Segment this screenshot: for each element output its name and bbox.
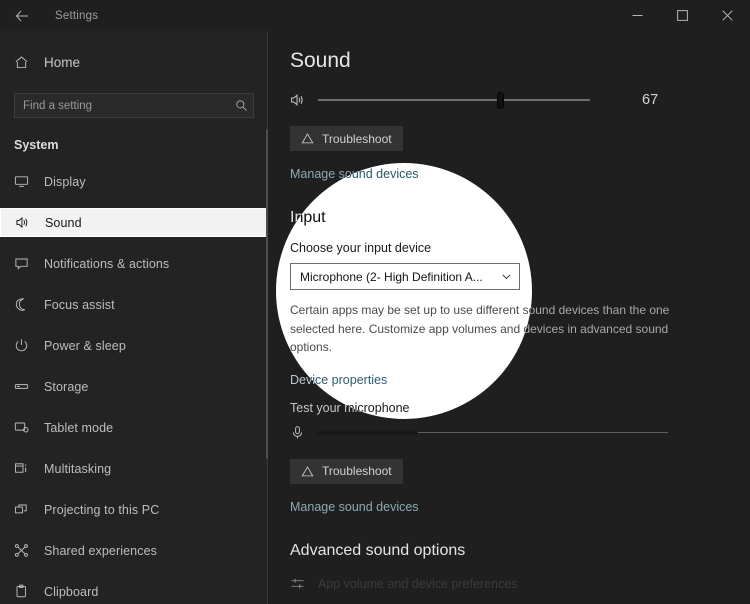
input-troubleshoot-button[interactable]: Troubleshoot xyxy=(290,458,403,484)
sidebar-item-label: Shared experiences xyxy=(44,543,157,558)
input-manage-sound-devices-link[interactable]: Manage sound devices xyxy=(290,500,750,514)
maximize-icon xyxy=(677,10,688,21)
input-device-dropdown[interactable]: Microphone (2- High Definition A... xyxy=(290,263,520,290)
chevron-down-icon xyxy=(500,270,513,283)
search-icon[interactable] xyxy=(229,99,253,112)
drive-icon xyxy=(14,379,44,394)
output-troubleshoot-label: Troubleshoot xyxy=(322,131,392,146)
search-box[interactable] xyxy=(14,93,254,118)
choose-input-device-label: Choose your input device xyxy=(290,241,432,255)
sidebar-item-clipboard[interactable]: Clipboard xyxy=(0,577,268,604)
volume-slider[interactable] xyxy=(318,91,590,109)
sidebar-item-multitasking[interactable]: Multitasking xyxy=(0,454,268,483)
search-input[interactable] xyxy=(15,94,229,117)
sidebar-item-label: Projecting to this PC xyxy=(44,502,160,517)
close-button[interactable] xyxy=(705,0,750,31)
share-icon xyxy=(14,543,44,558)
input-troubleshoot-label: Troubleshoot xyxy=(322,464,392,479)
microphone-level-bar xyxy=(316,430,668,435)
sidebar-item-label: Focus assist xyxy=(44,297,115,312)
sidebar-item-storage[interactable]: Storage xyxy=(0,372,268,401)
maximize-button[interactable] xyxy=(660,0,705,31)
sidebar-item-label: Power & sleep xyxy=(44,338,126,353)
minimize-icon xyxy=(632,15,643,16)
sidebar-nav-list: Display Sound Notifications & actions Fo… xyxy=(0,167,268,604)
device-properties-link[interactable]: Device properties xyxy=(290,373,750,387)
warning-triangle-icon xyxy=(301,132,314,145)
volume-row: 67 xyxy=(290,90,750,110)
output-troubleshoot-button[interactable]: Troubleshoot xyxy=(290,126,403,151)
sidebar-group-label: System xyxy=(14,138,59,152)
speaker-icon xyxy=(290,92,312,108)
sidebar-item-label: Display xyxy=(44,174,86,189)
sidebar-item-label: Clipboard xyxy=(44,584,99,599)
warning-triangle-icon xyxy=(301,465,314,478)
settings-window: Settings Home Find a setting System Disp… xyxy=(0,0,750,604)
input-section-heading: Input xyxy=(290,209,326,226)
window-title: Settings xyxy=(55,9,99,22)
app-volume-preferences-label: App volume and device preferences xyxy=(318,576,518,591)
sidebar-item-label: Multitasking xyxy=(44,461,112,476)
sidebar-item-label: Tablet mode xyxy=(44,420,114,435)
mixer-icon xyxy=(290,576,310,591)
sidebar-home-label: Home xyxy=(44,54,81,70)
sidebar-item-focus-assist[interactable]: Focus assist xyxy=(0,290,268,319)
window-controls xyxy=(615,0,750,31)
sidebar: Home System Display xyxy=(0,31,268,604)
input-device-value: Microphone (2- High Definition A... xyxy=(300,269,483,284)
minimize-button[interactable] xyxy=(615,0,660,31)
notification-icon xyxy=(14,256,44,271)
advanced-sound-options-heading: Advanced sound options xyxy=(290,541,466,559)
monitor-icon xyxy=(14,174,44,189)
microphone-icon xyxy=(290,425,310,440)
page-title: Sound xyxy=(290,49,351,72)
sidebar-item-home[interactable]: Home xyxy=(0,46,268,78)
multitasking-icon xyxy=(14,461,44,476)
sidebar-item-projecting[interactable]: Projecting to this PC xyxy=(0,495,268,524)
close-icon xyxy=(722,10,733,21)
microphone-level-fill xyxy=(316,430,419,435)
title-bar: Settings xyxy=(0,0,750,31)
sidebar-item-label: Sound xyxy=(45,215,82,230)
microphone-level-row xyxy=(290,423,750,443)
sidebar-item-notifications[interactable]: Notifications & actions xyxy=(0,249,268,278)
moon-icon xyxy=(14,297,44,312)
sidebar-item-power-sleep[interactable]: Power & sleep xyxy=(0,331,268,360)
output-manage-sound-devices-link[interactable]: Manage sound devices xyxy=(290,167,750,181)
power-icon xyxy=(14,338,44,353)
sidebar-item-label: Notifications & actions xyxy=(44,256,170,271)
volume-slider-thumb[interactable] xyxy=(496,92,504,109)
back-arrow-icon xyxy=(15,10,28,21)
main-content: Sound 67 Troubleshoot Manage sound devic… xyxy=(268,31,750,604)
sidebar-item-label: Storage xyxy=(44,379,89,394)
sidebar-item-shared-experiences[interactable]: Shared experiences xyxy=(0,536,268,565)
test-microphone-label: Test your microphone xyxy=(290,400,410,415)
volume-slider-track[interactable] xyxy=(318,99,590,101)
sidebar-item-sound[interactable]: Sound xyxy=(0,208,268,237)
input-description: Certain apps may be set up to use differ… xyxy=(290,303,670,355)
home-icon xyxy=(14,55,44,70)
tablet-icon xyxy=(14,420,44,435)
sidebar-item-display[interactable]: Display xyxy=(0,167,268,196)
sidebar-item-tablet-mode[interactable]: Tablet mode xyxy=(0,413,268,442)
clipboard-icon xyxy=(14,584,44,599)
project-icon xyxy=(14,502,44,517)
speaker-icon xyxy=(15,215,45,230)
volume-value: 67 xyxy=(642,92,659,108)
app-volume-preferences-row[interactable]: App volume and device preferences xyxy=(290,574,750,594)
back-button[interactable] xyxy=(0,0,44,31)
